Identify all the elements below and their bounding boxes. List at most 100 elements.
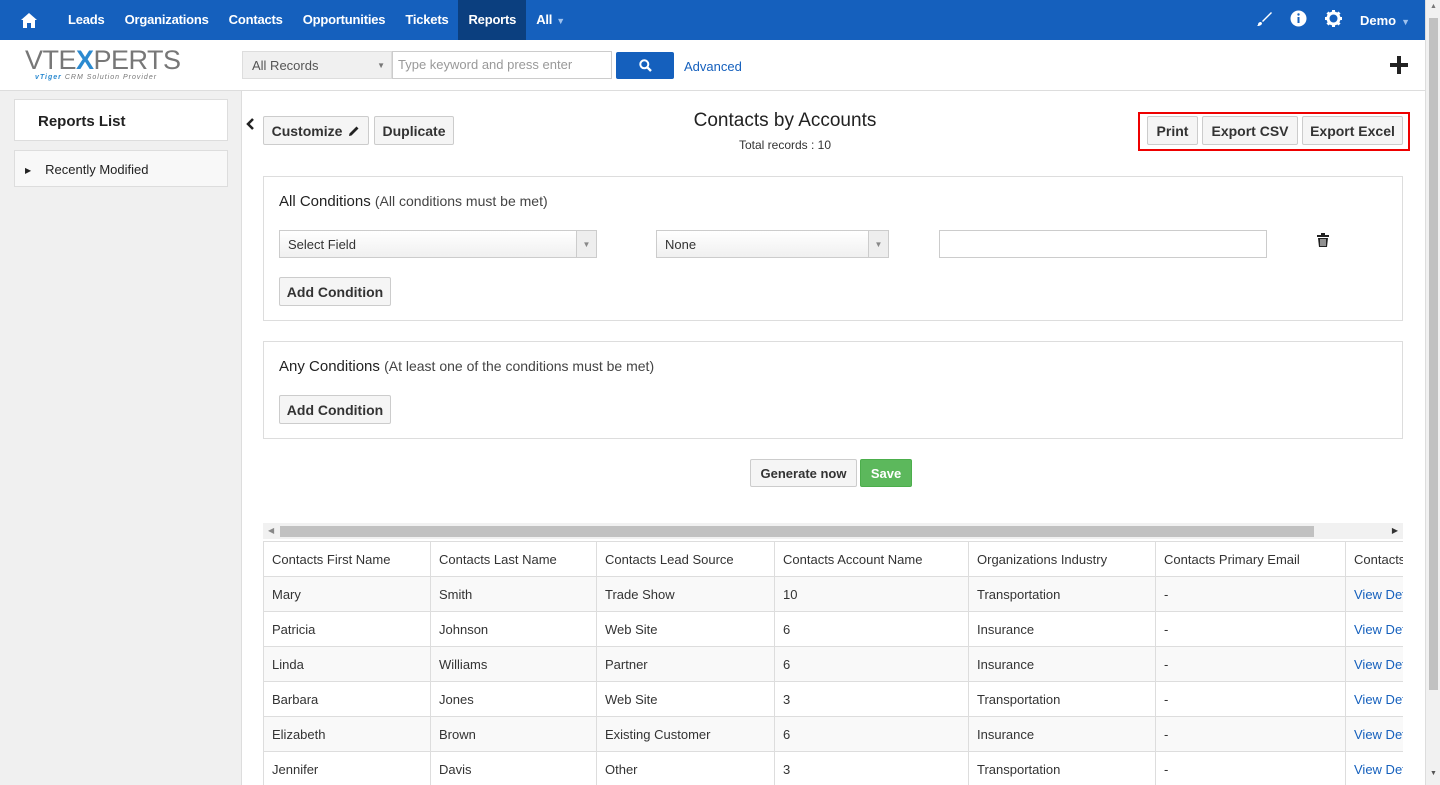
view-details-link[interactable]: View Det xyxy=(1345,681,1403,717)
records-filter-select[interactable]: All Records ▼ xyxy=(242,51,392,79)
any-conditions-note: (At least one of the conditions must be … xyxy=(384,358,655,374)
report-title: Contacts by Accounts xyxy=(693,110,877,131)
table-row: Jennifer Davis Other 3 Transportation - View D… xyxy=(263,751,1403,785)
logo-tag-brand: vTiger xyxy=(35,74,62,81)
column-header[interactable]: Contacts First Name xyxy=(263,541,431,577)
table-cell: - xyxy=(1155,576,1346,612)
info-icon[interactable] xyxy=(1290,10,1307,30)
table-cell: - xyxy=(1155,646,1346,682)
nav-reports[interactable]: Reports xyxy=(458,0,527,40)
table-cell: Trade Show xyxy=(596,576,775,612)
reports-list-title: Reports List xyxy=(14,99,228,141)
table-row: Mary Smith Trade Show 10 Transportation - View… xyxy=(263,576,1403,612)
table-cell: Other xyxy=(596,751,775,785)
company-logo[interactable]: VTEXPERTS vTiger CRM Solution Provider xyxy=(25,46,185,86)
table-horizontal-scrollbar[interactable]: ◀ ▶ xyxy=(263,523,1403,539)
caret-down-icon: ▼ xyxy=(868,231,888,257)
caret-down-icon: ▼ xyxy=(1401,16,1410,27)
home-icon[interactable] xyxy=(0,0,58,40)
table-cell: 6 xyxy=(774,611,969,647)
all-conditions-note: (All conditions must be met) xyxy=(374,193,548,209)
table-row: Linda Williams Partner 6 Insurance - View Det xyxy=(263,646,1403,682)
user-name: Demo xyxy=(1359,12,1397,28)
column-header[interactable]: Contacts Account Name xyxy=(774,541,969,577)
all-conditions-panel: All Conditions (All conditions must be m… xyxy=(263,176,1403,321)
logo-tag-text: CRM Solution Provider xyxy=(64,74,158,81)
table-cell: - xyxy=(1155,611,1346,647)
sidebar-item-recently-modified[interactable]: ▶ Recently Modified xyxy=(14,150,228,187)
view-details-link[interactable]: View Det xyxy=(1345,611,1403,647)
table-cell: Insurance xyxy=(968,716,1156,752)
caret-down-icon: ▼ xyxy=(377,61,385,70)
table-cell: 6 xyxy=(774,646,969,682)
column-header[interactable]: Contacts xyxy=(1345,541,1403,577)
view-details-link[interactable]: View Det xyxy=(1345,576,1403,612)
table-cell: 3 xyxy=(774,681,969,717)
user-menu[interactable]: Demo ▼ xyxy=(1360,13,1410,28)
column-header[interactable]: Organizations Industry xyxy=(968,541,1156,577)
customize-button[interactable]: Customize xyxy=(263,116,369,145)
condition-operator-select[interactable]: None ▼ xyxy=(656,230,889,258)
scroll-up-icon[interactable]: ▲ xyxy=(1430,3,1437,10)
condition-value-input[interactable] xyxy=(939,230,1267,258)
nav-organizations[interactable]: Organizations xyxy=(115,0,219,40)
any-conditions-heading: Any Conditions (At least one of the cond… xyxy=(279,358,654,375)
search-icon xyxy=(638,59,652,72)
view-details-link[interactable]: View Det xyxy=(1345,716,1403,752)
report-table: Contacts First Name Contacts Last Name C… xyxy=(263,541,1403,785)
total-records: Total records : 10 xyxy=(738,138,832,152)
sidebar-collapse-button[interactable] xyxy=(242,110,258,138)
plus-icon[interactable] xyxy=(1388,54,1410,76)
condition-field-select[interactable]: Select Field ▼ xyxy=(279,230,597,258)
scrollbar-thumb[interactable] xyxy=(280,526,1314,537)
advanced-search-link[interactable]: Advanced xyxy=(684,59,742,74)
trash-icon[interactable] xyxy=(1317,233,1329,250)
table-cell: Transportation xyxy=(968,576,1156,612)
column-header[interactable]: Contacts Last Name xyxy=(430,541,597,577)
save-button[interactable]: Save xyxy=(860,459,912,487)
nav-all-menu[interactable]: All ▼ xyxy=(526,0,575,40)
table-cell: Williams xyxy=(430,646,597,682)
table-cell: Jennifer xyxy=(263,751,431,785)
column-header[interactable]: Contacts Primary Email xyxy=(1155,541,1346,577)
table-cell: Johnson xyxy=(430,611,597,647)
table-row: Barbara Jones Web Site 3 Transportation - View… xyxy=(263,681,1403,717)
view-details-link[interactable]: View Det xyxy=(1345,751,1403,785)
search-input[interactable]: Type keyword and press enter xyxy=(392,51,612,79)
table-cell: Existing Customer xyxy=(596,716,775,752)
logo-text-post: PERTS xyxy=(93,45,182,75)
brush-icon[interactable] xyxy=(1256,11,1272,30)
generate-now-button[interactable]: Generate now xyxy=(750,459,857,487)
column-header[interactable]: Contacts Lead Source xyxy=(596,541,775,577)
scroll-down-icon[interactable]: ▼ xyxy=(1430,770,1437,777)
table-cell: Linda xyxy=(263,646,431,682)
table-cell: Mary xyxy=(263,576,431,612)
any-conditions-panel: Any Conditions (At least one of the cond… xyxy=(263,341,1403,439)
scrollbar-thumb[interactable] xyxy=(1429,18,1438,690)
view-details-link[interactable]: View Det xyxy=(1345,646,1403,682)
all-conditions-heading: All Conditions (All conditions must be m… xyxy=(279,193,548,210)
add-condition-all-button[interactable]: Add Condition xyxy=(279,277,391,306)
add-condition-any-button[interactable]: Add Condition xyxy=(279,395,391,424)
pencil-icon xyxy=(349,126,359,136)
page-vertical-scrollbar[interactable]: ▲ ▼ xyxy=(1425,0,1440,785)
table-cell: - xyxy=(1155,681,1346,717)
nav-leads[interactable]: Leads xyxy=(58,0,115,40)
gear-icon[interactable] xyxy=(1324,10,1342,30)
nav-contacts[interactable]: Contacts xyxy=(219,0,293,40)
nav-opportunities[interactable]: Opportunities xyxy=(293,0,396,40)
nav-tickets[interactable]: Tickets xyxy=(395,0,458,40)
table-header-row: Contacts First Name Contacts Last Name C… xyxy=(263,541,1403,577)
all-conditions-title: All Conditions xyxy=(279,193,371,210)
table-cell: 6 xyxy=(774,716,969,752)
search-button[interactable] xyxy=(616,52,674,79)
table-cell: Insurance xyxy=(968,611,1156,647)
logo-text-x: X xyxy=(76,45,94,75)
duplicate-button[interactable]: Duplicate xyxy=(374,116,454,145)
scroll-left-icon[interactable]: ◀ xyxy=(268,526,274,535)
table-cell: Web Site xyxy=(596,611,775,647)
table-row: Elizabeth Brown Existing Customer 6 Insuranc… xyxy=(263,716,1403,752)
scroll-right-icon[interactable]: ▶ xyxy=(1392,526,1398,535)
search-bar: VTEXPERTS vTiger CRM Solution Provider A… xyxy=(0,40,1425,91)
logo-text-pre: VTE xyxy=(25,45,77,75)
